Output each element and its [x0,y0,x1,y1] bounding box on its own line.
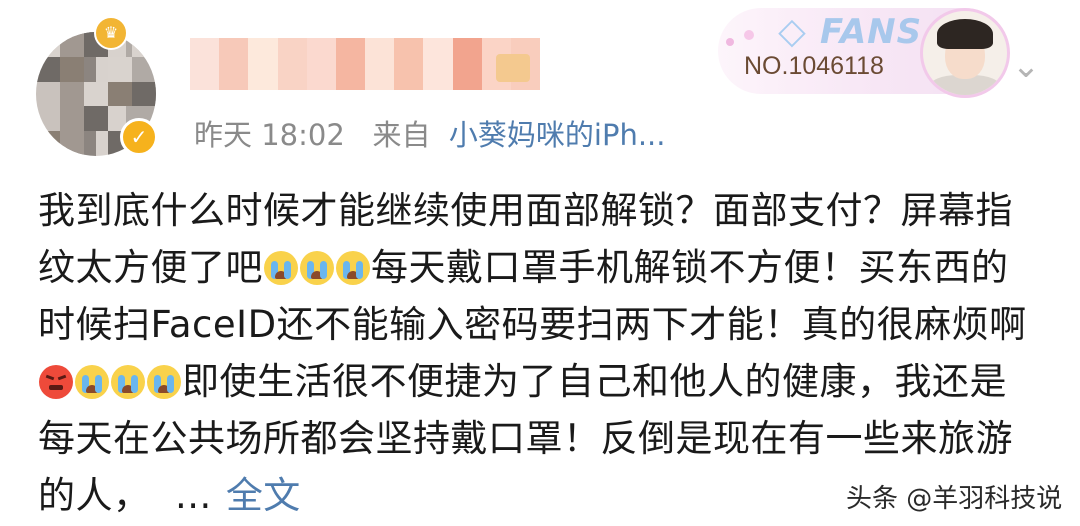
crying-emoji [264,250,298,285]
post-meta: 昨天 18:02 来自 小葵妈咪的iPh... [194,112,666,154]
angry-emoji [39,364,73,399]
post-body: 我到底什么时候才能继续使用面部解锁？面部支付？屏幕指 纹太方便了吧 每天戴口罩手… [38,182,1038,524]
crying-emoji [336,250,370,285]
post-text: 即使生活很不便捷为了自己和他人的健康，我还是 [182,360,1007,403]
chevron-down-icon[interactable]: ⌄ [1006,46,1046,86]
watermark: 头条 @羊羽科技说 [846,484,1063,514]
source-prefix: 来自 [372,118,431,152]
post-line: 我到底什么时候才能继续使用面部解锁？面部支付？屏幕指 [38,182,1038,239]
post-line: 每天在公共场所都会坚持戴口罩！反倒是现在有一些来旅游 [38,410,1038,467]
crown-icon: ♛ [94,16,128,50]
crying-emoji [75,364,109,399]
fans-number: NO.1046118 [744,52,884,80]
verified-icon: ✓ [120,118,158,156]
post-text: 的人， ... [38,474,212,517]
post-text: 时候扫FaceID还不能输入密码要扫两下才能！真的很麻烦啊 [38,303,1027,346]
fans-label: FANS [820,12,923,52]
post-text: 我到底什么时候才能继续使用面部解锁？面部支付？屏幕指 [38,189,1013,232]
full-text-link[interactable]: 全文 [226,467,301,524]
crying-emoji [147,364,181,399]
diamond-icon: ◇ [778,11,806,52]
post-text: 纹太方便了吧 [38,246,263,289]
post-line: 时候扫FaceID还不能输入密码要扫两下才能！真的很麻烦啊 [38,296,1038,353]
crying-emoji [300,250,334,285]
username-blurred[interactable] [190,38,541,90]
post-text: 每天戴口罩手机解锁不方便！买东西的 [371,246,1009,289]
post-time: 昨天 18:02 [194,118,345,152]
crying-emoji [111,364,145,399]
post-line: 纹太方便了吧 每天戴口罩手机解锁不方便！买东西的 [38,239,1038,296]
post-text: 每天在公共场所都会坚持戴口罩！反倒是现在有一些来旅游 [38,417,1013,460]
fans-avatar[interactable] [920,8,1010,98]
post-line: 即使生活很不便捷为了自己和他人的健康，我还是 [38,353,1038,410]
decor-dot [744,30,754,40]
vip-icon [496,54,530,82]
source-link[interactable]: 小葵妈咪的iPh... [449,118,666,152]
decor-dot [726,38,734,46]
